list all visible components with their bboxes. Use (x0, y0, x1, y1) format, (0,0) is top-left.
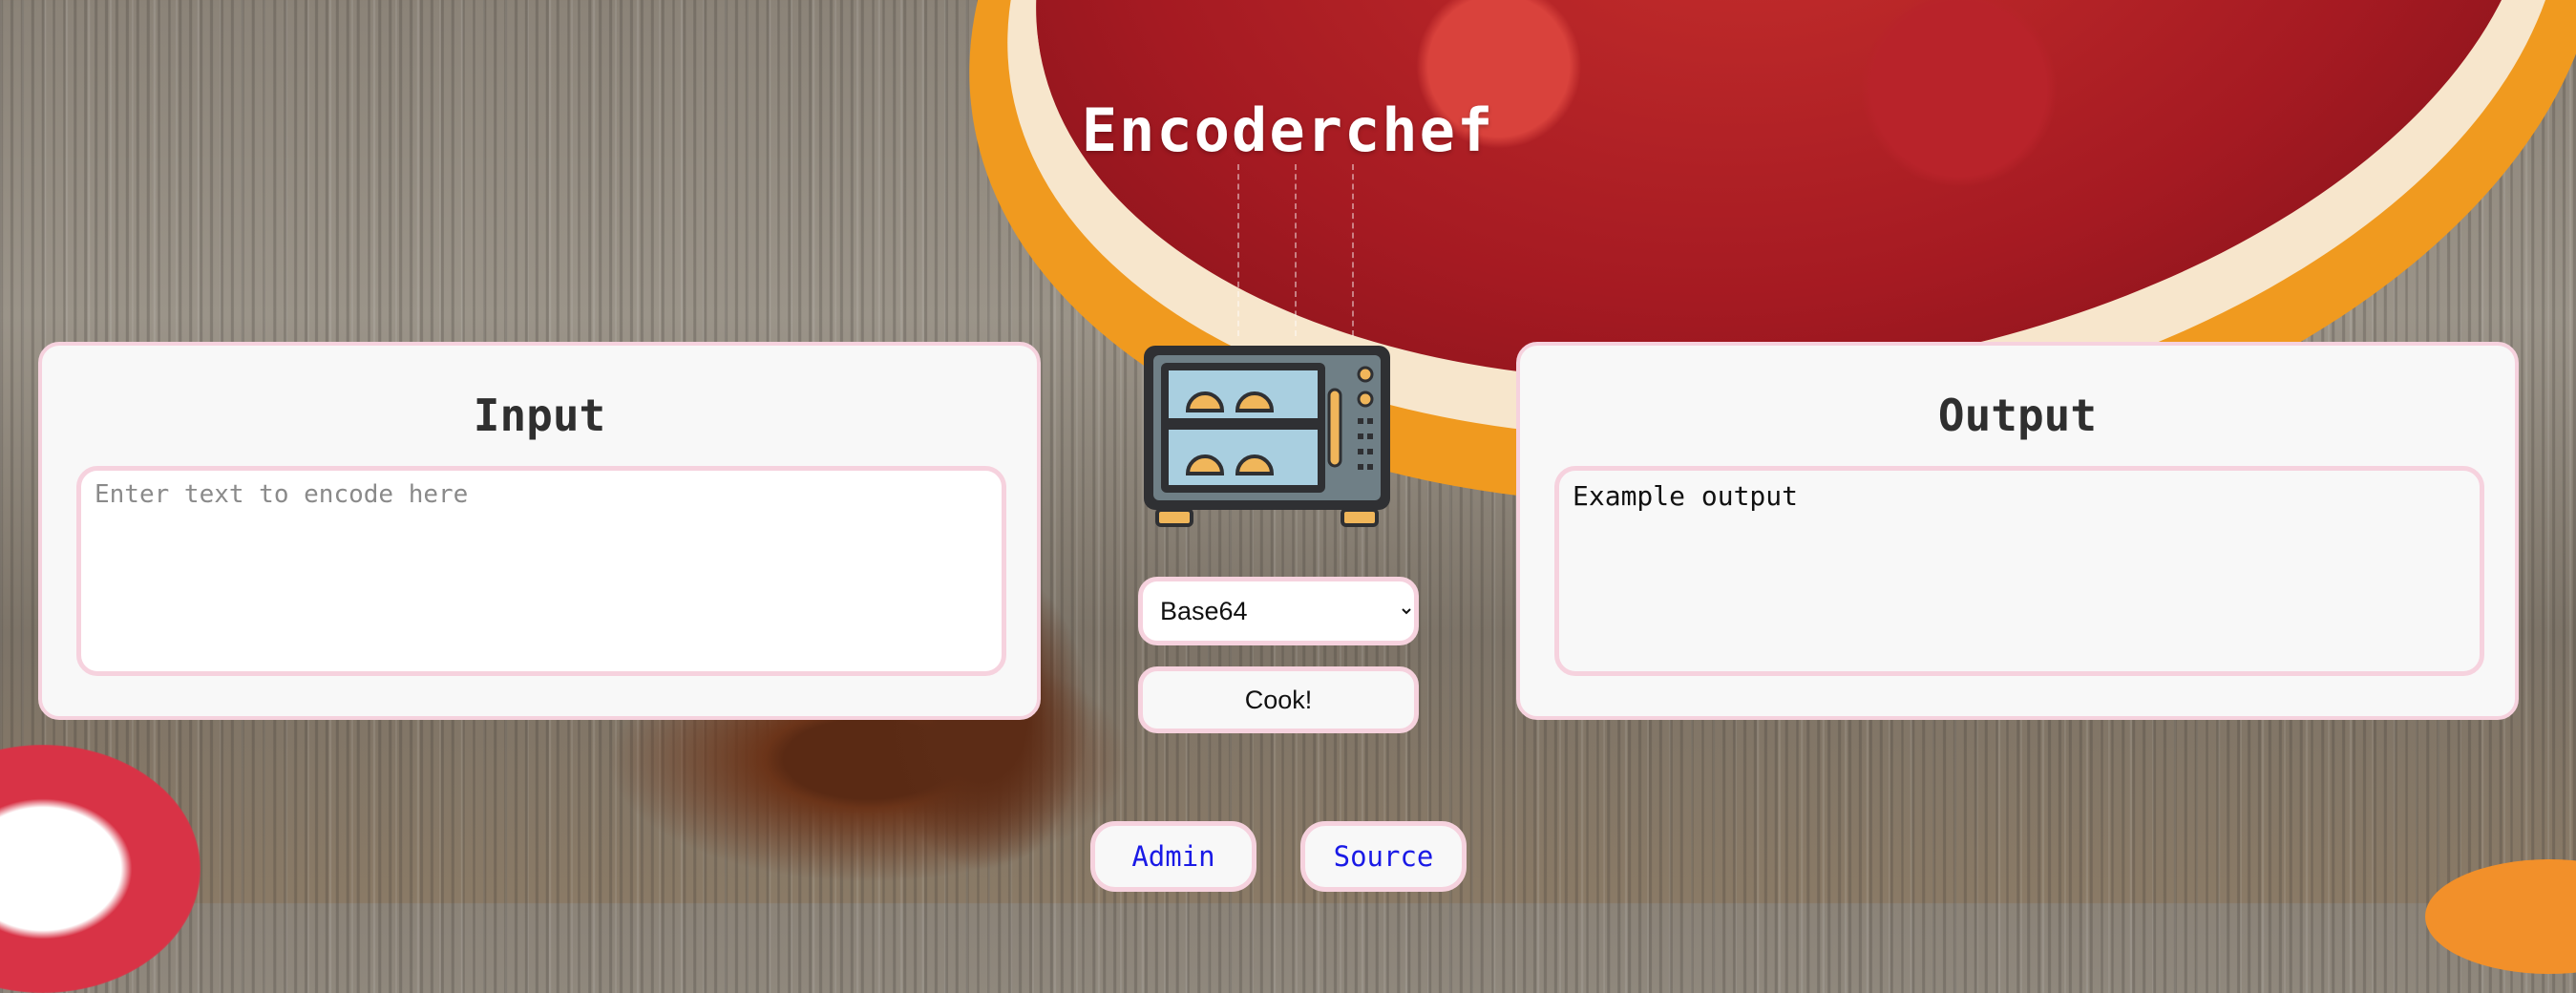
input-panel: Input (38, 342, 1041, 720)
input-heading: Input (473, 390, 606, 441)
admin-link[interactable]: Admin (1090, 821, 1256, 892)
oven-icon (1144, 346, 1390, 527)
encoding-select-wrapper: Base64 (1138, 577, 1419, 645)
page-title: Encoderchef (1081, 95, 1495, 165)
cook-button[interactable]: Cook! (1138, 666, 1419, 733)
background-red-object (0, 745, 201, 993)
encoding-select[interactable]: Base64 (1143, 581, 1414, 641)
output-heading: Output (1937, 390, 2098, 441)
background-orange-edge (2425, 859, 2576, 974)
output-text[interactable]: Example output (1554, 466, 2484, 676)
source-link[interactable]: Source (1300, 821, 1467, 892)
input-textarea[interactable] (76, 466, 1006, 676)
output-panel: Output Example output (1516, 342, 2519, 720)
